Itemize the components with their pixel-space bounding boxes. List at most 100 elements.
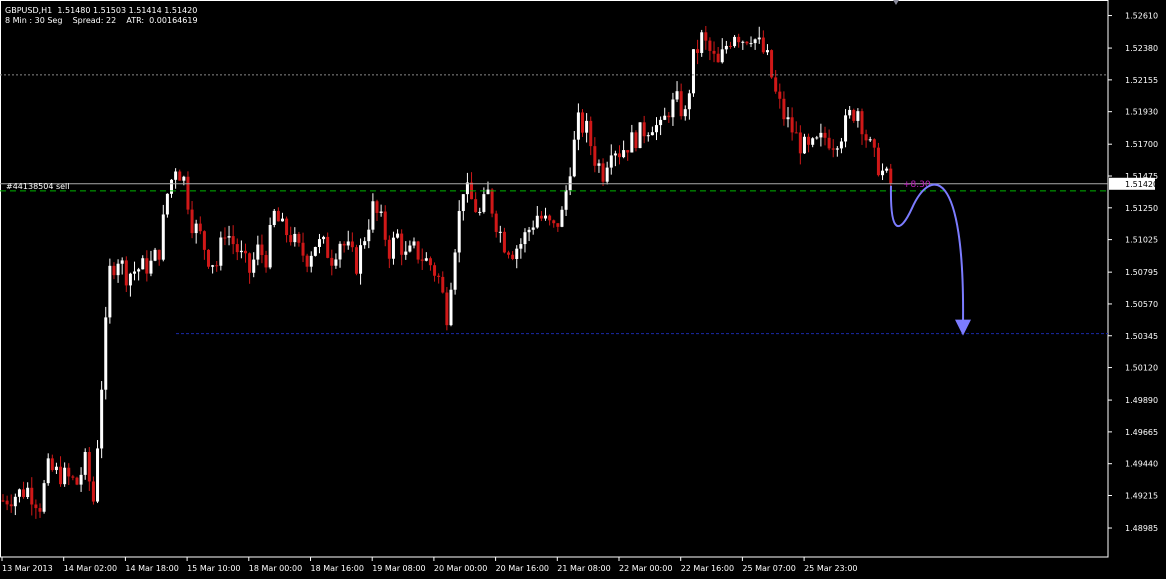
candle-body xyxy=(157,249,161,260)
candle-body xyxy=(798,132,802,154)
candle-body xyxy=(375,201,379,213)
candle-body xyxy=(371,201,375,230)
candle-body xyxy=(630,132,634,153)
candle-body xyxy=(839,141,843,149)
candle-body xyxy=(449,289,453,326)
candle-body xyxy=(860,111,864,135)
candle-body xyxy=(700,32,704,53)
candle-body xyxy=(297,233,301,243)
y-tick-label: 1.49665 xyxy=(1125,428,1158,437)
candle-body xyxy=(59,466,63,485)
y-tick-label: 1.50795 xyxy=(1125,268,1158,277)
candle-body xyxy=(704,32,708,41)
x-tick-label: 22 Mar 00:00 xyxy=(619,564,672,573)
candle-body xyxy=(778,91,782,99)
candle-body xyxy=(671,99,675,118)
candle-body xyxy=(507,252,511,255)
candle-body xyxy=(165,193,169,215)
candle-body xyxy=(174,171,178,180)
x-tick-label: 25 Mar 23:00 xyxy=(804,564,857,573)
candle-body xyxy=(161,214,165,260)
candle-body xyxy=(741,41,745,43)
candle-body xyxy=(811,138,815,145)
candle-body xyxy=(716,53,720,63)
candle-body xyxy=(802,136,806,154)
candle-body xyxy=(589,120,593,147)
candle-body xyxy=(91,481,95,502)
x-tick-label: 22 Mar 16:00 xyxy=(681,564,734,573)
candle-body xyxy=(856,111,860,121)
plot-frame xyxy=(0,0,1109,558)
candle-body xyxy=(461,194,465,212)
candle-body xyxy=(26,487,30,498)
candle-body xyxy=(22,489,26,498)
x-tick-label: 18 Mar 00:00 xyxy=(249,564,302,573)
candle-body xyxy=(519,244,523,249)
candle-body xyxy=(585,120,589,133)
candle-body xyxy=(531,227,535,230)
candle-body xyxy=(412,241,416,246)
x-tick-label: 14 Mar 18:00 xyxy=(125,564,178,573)
candle-body xyxy=(593,146,597,166)
candle-body xyxy=(815,137,819,139)
candle-body xyxy=(831,148,835,150)
candle-body xyxy=(737,36,741,43)
candle-body xyxy=(137,269,141,272)
candle-body xyxy=(539,215,543,219)
candle-body xyxy=(120,260,124,264)
candle-body xyxy=(876,147,880,176)
candle-body xyxy=(227,236,231,238)
candle-body xyxy=(326,236,330,258)
candle-body xyxy=(170,179,174,194)
candle-body xyxy=(13,496,17,507)
candle-body xyxy=(753,39,757,44)
candle-body xyxy=(54,466,58,471)
candle-body xyxy=(322,236,326,240)
candle-body xyxy=(523,232,527,245)
candle-body xyxy=(387,239,391,259)
candle-body xyxy=(482,194,486,212)
candle-body xyxy=(305,255,309,267)
candle-body xyxy=(338,243,342,260)
candle-body xyxy=(141,258,145,270)
candle-body xyxy=(416,241,420,260)
candle-body xyxy=(618,153,621,158)
candle-body xyxy=(819,132,823,138)
candle-body xyxy=(420,259,424,261)
candle-body xyxy=(733,36,737,47)
candle-body xyxy=(872,139,876,148)
x-tick-label: 20 Mar 00:00 xyxy=(434,564,487,573)
candle-body xyxy=(1,500,5,502)
candle-body xyxy=(194,223,198,234)
candle-body xyxy=(330,257,334,266)
candle-body xyxy=(363,241,367,246)
candle-body xyxy=(691,49,695,94)
candle-body xyxy=(654,125,658,133)
candle-body xyxy=(219,237,223,266)
candle-body xyxy=(827,137,831,149)
candle-body xyxy=(223,237,227,239)
candle-body xyxy=(490,189,494,214)
x-tick-label: 15 Mar 10:00 xyxy=(187,564,240,573)
x-tick-label: 19 Mar 08:00 xyxy=(372,564,425,573)
candle-body xyxy=(823,132,827,138)
x-tick-label: 25 Mar 07:00 xyxy=(742,564,795,573)
candle-body xyxy=(712,50,716,54)
candle-body xyxy=(79,474,83,485)
candle-body xyxy=(354,247,358,274)
candle-body xyxy=(770,50,774,78)
candle-body xyxy=(116,263,120,276)
candle-body xyxy=(626,150,630,153)
candle-body xyxy=(663,115,667,120)
candle-body xyxy=(408,245,412,252)
candle-body xyxy=(50,458,54,471)
candle-body xyxy=(145,258,149,274)
y-tick-label: 1.51700 xyxy=(1125,140,1158,149)
candle-body xyxy=(659,119,663,126)
candle-body xyxy=(453,252,457,290)
candle-body xyxy=(133,271,137,274)
candle-body xyxy=(83,451,87,475)
candle-body xyxy=(334,259,338,266)
candle-body xyxy=(87,451,91,482)
candle-body xyxy=(515,248,519,259)
